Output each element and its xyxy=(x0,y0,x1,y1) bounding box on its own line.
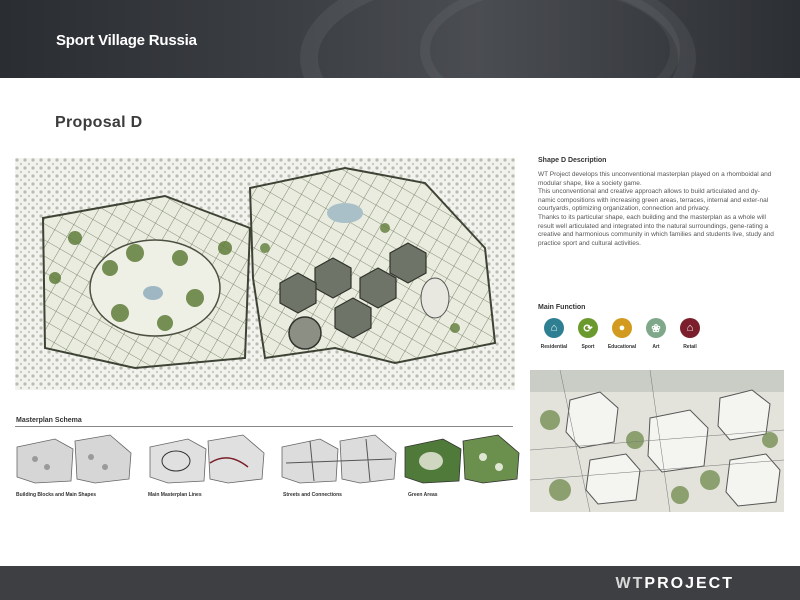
description-title: Shape D Description xyxy=(538,157,607,164)
schema-label-masterplan-lines: Main Masterplan Lines xyxy=(148,492,202,498)
schema-green-areas-image xyxy=(403,433,521,485)
header-title: Sport Village Russia xyxy=(56,32,197,49)
function-retail: ⌂ Retail xyxy=(670,318,710,350)
description-paragraph: Thanks to its particular shape, each bui… xyxy=(538,213,774,247)
schema-masterplan-lines-image xyxy=(148,433,266,485)
wt-project-logo: WTPROJECT xyxy=(615,575,734,592)
retail-icon: ⌂ xyxy=(680,318,700,338)
schema-label-building-blocks: Building Blocks and Main Shapes xyxy=(16,492,97,498)
art-icon: ❀ xyxy=(646,318,666,338)
schema-building-blocks-image xyxy=(15,433,133,485)
education-icon: ● xyxy=(612,318,632,338)
description-paragraph: WT Project develops this unconventional … xyxy=(538,171,772,187)
description-text: WT Project develops this unconventional … xyxy=(538,171,776,248)
schema-label-streets: Streets and Connections xyxy=(283,492,342,498)
schema-divider xyxy=(15,426,513,427)
header-banner: Sport Village Russia xyxy=(0,0,800,78)
footer-bar: WTPROJECT xyxy=(0,566,800,600)
main-function-title: Main Function xyxy=(538,304,586,311)
function-label: Retail xyxy=(683,344,697,350)
schema-streets-image xyxy=(280,433,398,485)
schema-title: Masterplan Schema xyxy=(16,417,82,424)
sport-icon: ⟳ xyxy=(578,318,598,338)
header-swirl-decoration-2 xyxy=(420,0,680,78)
house-icon: ⌂ xyxy=(544,318,564,338)
masterplan-image xyxy=(15,158,515,390)
aerial-render-image xyxy=(530,370,784,512)
page-title: Proposal D xyxy=(55,114,143,131)
schema-label-green-areas: Green Areas xyxy=(408,492,438,498)
description-paragraph: This unconventional and creative approac… xyxy=(538,188,769,213)
